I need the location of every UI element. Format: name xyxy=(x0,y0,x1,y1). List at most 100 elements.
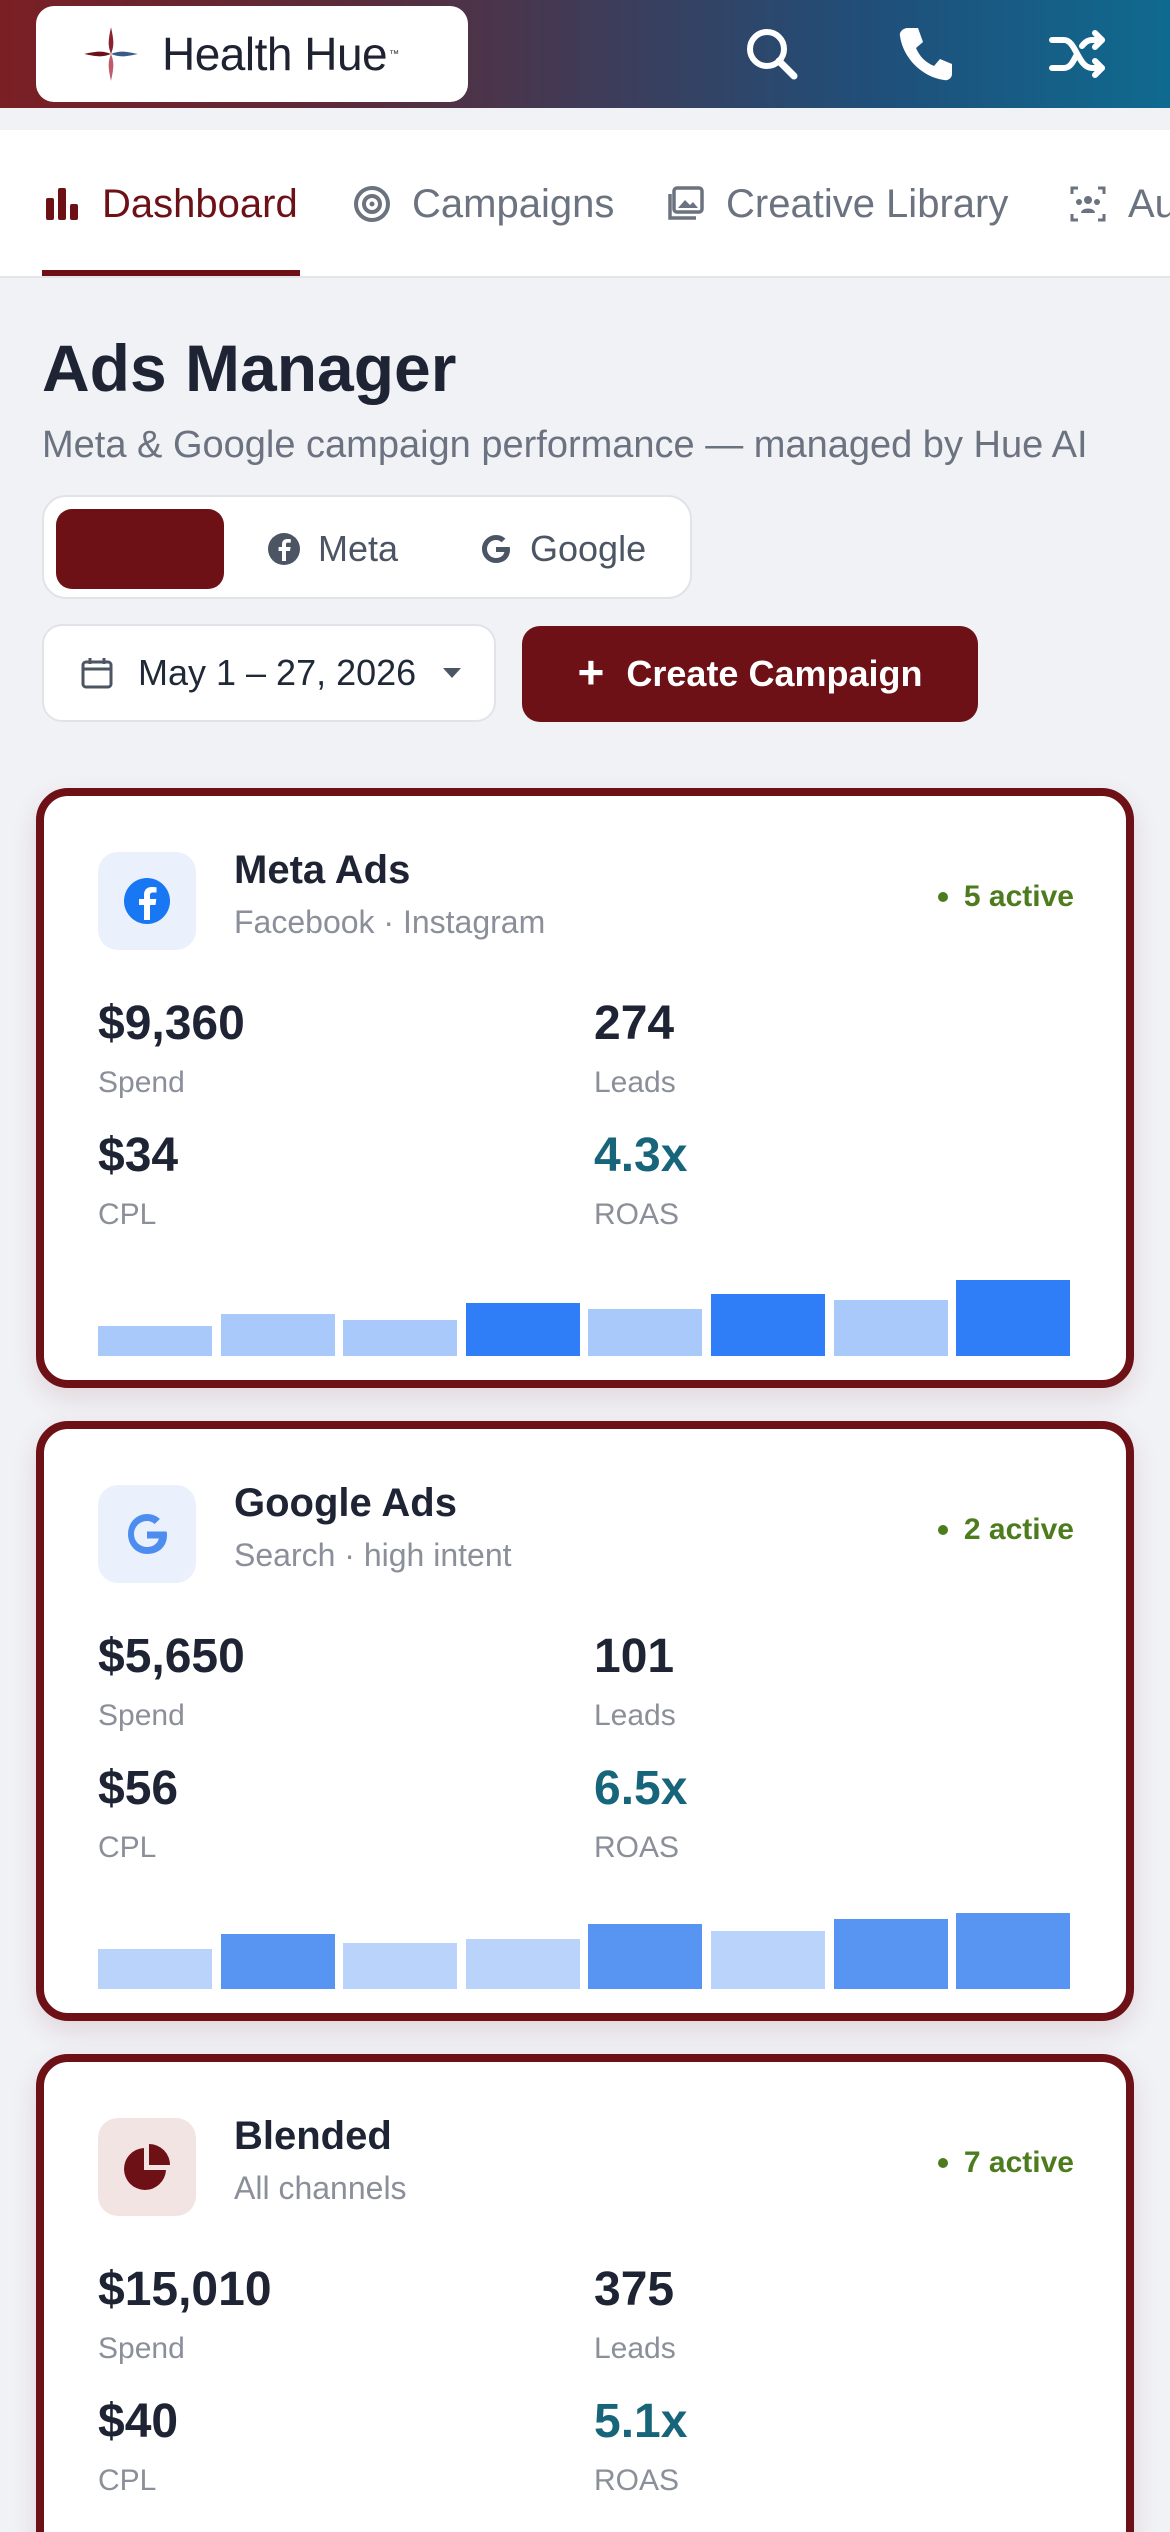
cpl-value: $56 xyxy=(98,1762,179,1815)
tab-audiences[interactable]: Au xyxy=(1068,130,1170,276)
top-bar: Health Hue ™ xyxy=(0,0,1170,108)
card-icon-box xyxy=(98,1485,196,1583)
brand-tm: ™ xyxy=(389,48,400,60)
channel-filter-google[interactable]: Google xyxy=(478,497,646,601)
card-subtitle: All channels xyxy=(234,2170,407,2206)
channel-filter-label: Meta xyxy=(318,528,399,569)
channel-card-meta[interactable]: Meta Ads Facebook · Instagram 5 active $… xyxy=(36,788,1134,1388)
channel-filter-all-selected[interactable] xyxy=(56,509,224,589)
trend-bar xyxy=(588,1309,703,1356)
trend-bars xyxy=(98,1276,1071,1356)
trend-bar xyxy=(711,1294,825,1356)
shuffle-icon[interactable] xyxy=(1040,16,1116,92)
trend-bar xyxy=(956,1280,1071,1356)
google-icon xyxy=(128,1514,167,1554)
cpl-label: CPL xyxy=(98,1198,157,1231)
google-icon xyxy=(482,535,510,563)
roas-value: 6.5x xyxy=(594,1762,688,1815)
channel-filter-meta[interactable]: Meta xyxy=(266,497,398,601)
trend-bar xyxy=(833,1919,948,1989)
leads-value: 274 xyxy=(594,997,675,1050)
spend-value: $9,360 xyxy=(98,997,245,1050)
trend-bar xyxy=(220,1314,335,1356)
status-text: 5 active xyxy=(963,880,1074,913)
tab-label: Campaigns xyxy=(412,181,615,226)
facebook-icon xyxy=(124,878,170,924)
tab-campaigns[interactable]: Campaigns xyxy=(352,130,615,276)
channel-filter: Meta Google xyxy=(42,495,692,599)
audience-icon xyxy=(1070,186,1106,222)
spend-label: Spend xyxy=(98,1066,185,1099)
tab-label: Creative Library xyxy=(726,181,1009,226)
spend-value: $15,010 xyxy=(98,2263,272,2316)
cpl-label: CPL xyxy=(98,1831,157,1864)
trend-bar xyxy=(465,1303,580,1356)
trend-bar xyxy=(98,1326,212,1356)
trend-bar xyxy=(465,1939,580,1989)
channel-card-blended[interactable]: Blended All channels 7 active $15,010 Sp… xyxy=(36,2054,1134,2532)
card-title: Meta Ads xyxy=(234,848,411,892)
card-icon-box xyxy=(98,2118,196,2216)
roas-value: 5.1x xyxy=(594,2395,688,2448)
logo-mark-icon xyxy=(84,27,138,81)
roas-label: ROAS xyxy=(594,1831,680,1864)
calendar-icon xyxy=(81,658,113,689)
main-tabs: Dashboard Campaigns Creative Library Au xyxy=(0,130,1170,278)
search-icon[interactable] xyxy=(734,16,810,92)
roas-label: ROAS xyxy=(594,2464,680,2497)
status-dot-icon xyxy=(937,2158,948,2168)
tab-dashboard[interactable]: Dashboard xyxy=(42,130,298,276)
tab-label: Au xyxy=(1128,181,1170,226)
trend-bar xyxy=(956,1913,1071,1989)
chevron-down-icon xyxy=(443,668,462,678)
status-badge: 5 active xyxy=(937,880,1074,914)
date-range-value: May 1 – 27, 2026 xyxy=(138,652,417,693)
cpl-value: $34 xyxy=(98,1129,179,1182)
leads-label: Leads xyxy=(594,1699,676,1732)
create-campaign-button[interactable]: + Create Campaign xyxy=(522,626,978,722)
trend-bar xyxy=(220,1934,335,1989)
spend-label: Spend xyxy=(98,2332,185,2365)
page-subtitle: Meta & Google campaign performance — man… xyxy=(42,424,1088,466)
channel-card-google[interactable]: Google Ads Search · high intent 2 active… xyxy=(36,1421,1134,2021)
active-tab-indicator xyxy=(42,270,300,276)
target-icon xyxy=(354,186,390,222)
cpl-label: CPL xyxy=(98,2464,157,2497)
trend-bar xyxy=(98,1949,212,1989)
spend-label: Spend xyxy=(98,1699,185,1732)
status-badge: 2 active xyxy=(937,1513,1074,1547)
status-text: 2 active xyxy=(963,1513,1074,1546)
create-campaign-label: Create Campaign xyxy=(626,653,923,694)
trend-bar xyxy=(588,1924,703,1989)
images-icon xyxy=(668,186,704,220)
tab-creative-library[interactable]: Creative Library xyxy=(666,130,1009,276)
trend-bar xyxy=(711,1931,825,1989)
spend-value: $5,650 xyxy=(98,1630,245,1683)
status-dot-icon xyxy=(937,1525,948,1535)
trend-bar xyxy=(343,1943,458,1989)
cpl-value: $40 xyxy=(98,2395,179,2448)
brand-name: Health Hue xyxy=(162,28,388,80)
plus-icon: + xyxy=(577,646,605,698)
date-range-picker[interactable]: May 1 – 27, 2026 xyxy=(42,624,496,722)
status-text: 7 active xyxy=(963,2146,1074,2179)
facebook-icon xyxy=(268,533,300,565)
trend-bars xyxy=(98,1909,1071,1989)
tab-label: Dashboard xyxy=(102,181,298,226)
leads-value: 101 xyxy=(594,1630,675,1683)
card-subtitle: Search · high intent xyxy=(234,1537,512,1573)
brand-logo[interactable]: Health Hue ™ xyxy=(36,6,468,102)
pie-chart-icon xyxy=(124,2144,170,2190)
card-icon-box xyxy=(98,852,196,950)
status-dot-icon xyxy=(937,892,948,902)
phone-icon[interactable] xyxy=(888,16,964,92)
card-title: Google Ads xyxy=(234,1481,457,1525)
status-badge: 7 active xyxy=(937,2146,1074,2180)
roas-value: 4.3x xyxy=(594,1129,688,1182)
roas-label: ROAS xyxy=(594,1198,680,1231)
card-subtitle: Facebook · Instagram xyxy=(234,904,546,940)
leads-label: Leads xyxy=(594,1066,676,1099)
leads-label: Leads xyxy=(594,2332,676,2365)
leads-value: 375 xyxy=(594,2263,675,2316)
bar-chart-icon xyxy=(46,188,78,220)
